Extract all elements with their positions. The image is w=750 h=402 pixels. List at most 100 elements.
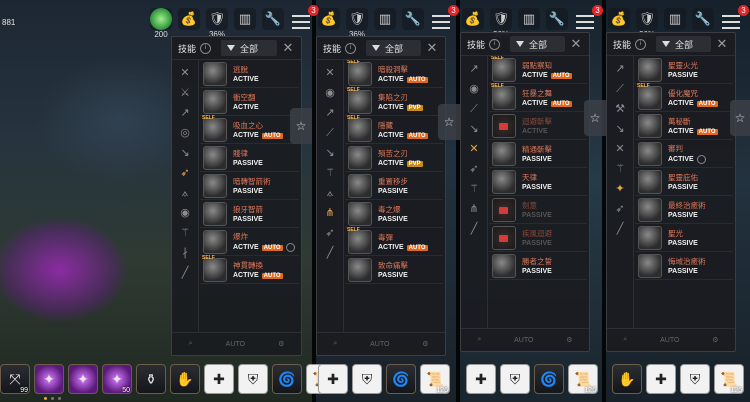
skill-row[interactable]: 狼牙智箭 PASSIVE (200, 200, 299, 228)
vortex-icon[interactable]: 🌀 (272, 364, 302, 394)
sword-icon[interactable]: ↗ (613, 62, 627, 76)
skill-row[interactable]: 毒彈 ACTIVEAUTO (345, 227, 443, 256)
skill-row[interactable]: 迴避斬擊 ACTIVE (489, 112, 587, 140)
bow-icon[interactable]: ➶ (467, 162, 481, 176)
mace-icon[interactable]: ✦ (613, 182, 627, 196)
gear-icon[interactable]: ⚙ (278, 340, 284, 348)
scroll-slot-icon[interactable]: 📜126 (420, 364, 450, 394)
lock-icon[interactable] (285, 243, 295, 252)
dagger-icon[interactable]: ⟋ (613, 82, 627, 96)
wand-icon[interactable]: ∤ (178, 246, 192, 260)
purple-skill-slot[interactable]: ✦ (34, 364, 64, 394)
skill-row[interactable]: 殞苦之刃 ACTIVE PVP (345, 144, 443, 172)
skill-row[interactable]: 狂暴之舞 ACTIVEAUTO (489, 83, 587, 112)
search-icon[interactable]: ⌕ (623, 336, 627, 344)
crossed-swords-icon[interactable]: ✕ (467, 142, 481, 156)
axe-icon[interactable]: ⚒ (613, 102, 627, 116)
info-icon[interactable]: i (489, 38, 501, 50)
heal-plus-icon[interactable]: ✚ (646, 364, 676, 394)
skill-filter-dropdown[interactable]: 全部 (221, 40, 277, 56)
money-bag-icon[interactable]: 💰 (462, 8, 484, 30)
shield-slot-icon[interactable]: ⛨ (500, 364, 530, 394)
skill-row[interactable]: 天律 PASSIVE (489, 168, 587, 196)
skill-row[interactable]: 萬秘斷 ACTIVE AUTO (635, 112, 733, 140)
skill-row[interactable]: 重置移步 PASSIVE (345, 172, 443, 200)
heal-plus-icon[interactable]: ✚ (466, 364, 496, 394)
spear-icon[interactable]: ╱ (613, 222, 627, 236)
staff-icon[interactable]: ⚚ (178, 226, 192, 240)
skill-filter-dropdown[interactable]: 全部 (366, 40, 421, 56)
orb-icon[interactable]: ◉ (178, 206, 192, 220)
money-bag-icon[interactable]: 💰 (318, 8, 340, 30)
bow-icon[interactable]: ➶ (323, 226, 337, 240)
search-icon[interactable]: ⌕ (333, 340, 337, 348)
dagger-icon[interactable]: ⟋ (323, 126, 337, 140)
star-tab-icon[interactable]: ☆ (730, 100, 750, 136)
menu-icon[interactable]: 3 (720, 5, 749, 30)
ring-icon[interactable]: ◎ (178, 126, 192, 140)
green-orb-icon[interactable]: 200 (150, 8, 172, 39)
skill-row[interactable]: 優化魔咒 ACTIVEAUTO (635, 83, 733, 112)
dagger-icon[interactable]: ↘ (178, 146, 192, 160)
spear-icon[interactable]: ╱ (323, 246, 337, 260)
skill-row[interactable]: 暗轉智箭術 PASSIVE (200, 172, 299, 200)
skill-row[interactable]: 劍意 PASSIVE (489, 196, 587, 224)
crossed-swords-icon[interactable]: ✕ (178, 66, 192, 80)
claw-icon[interactable]: ⋔ (467, 202, 481, 216)
staff-icon[interactable]: ⚚ (323, 166, 337, 180)
info-icon[interactable]: i (635, 38, 647, 50)
skill-row[interactable]: 吸血之心 ACTIVEAUTO (200, 115, 299, 144)
skill-row[interactable]: 審判 ACTIVE (635, 140, 733, 168)
scroll-icon[interactable]: ▥ (664, 8, 686, 30)
skill-row[interactable]: 聖光 PASSIVE (635, 224, 733, 252)
menu-icon[interactable]: 3 (574, 5, 603, 30)
heal-plus-icon[interactable]: ✚ (318, 364, 348, 394)
orb-icon[interactable]: ◉ (467, 82, 481, 96)
shield-icon[interactable]: 🛡36% (206, 8, 228, 39)
sword-icon[interactable]: ↘ (613, 122, 627, 136)
wrench-icon[interactable]: 🔧 (262, 8, 284, 30)
sword-icon[interactable]: ↗ (178, 106, 192, 120)
sword-icon[interactable]: ↘ (323, 146, 337, 160)
scroll-slot-icon[interactable]: 📜126 (714, 364, 744, 394)
skill-row[interactable]: 爆炸 ACTIVE AUTO (200, 228, 299, 256)
sword-icon[interactable]: ↗ (323, 106, 337, 120)
shield-icon[interactable]: 🛡36% (636, 8, 658, 39)
wrench-icon[interactable]: 🔧 (402, 8, 424, 30)
skill-row[interactable]: 暗殺洞擊 ACTIVEAUTO (345, 60, 443, 88)
auto-toggle[interactable]: AUTO (226, 341, 245, 348)
close-icon[interactable]: ✕ (715, 37, 729, 51)
money-bag-icon[interactable]: 💰 (178, 8, 200, 30)
purple-skill-slot[interactable]: ✦ 50 (102, 364, 132, 394)
lock-icon[interactable] (696, 155, 706, 164)
skill-row[interactable]: 弱點察知 ACTIVEAUTO (489, 56, 587, 84)
skill-filter-dropdown[interactable]: 全部 (656, 36, 711, 52)
skill-row[interactable]: 神貫轉換 ACTIVEAUTO (200, 255, 299, 284)
skill-row[interactable]: 聖靈庇佑 PASSIVE (635, 168, 733, 196)
claw-icon[interactable]: ⋔ (323, 206, 337, 220)
skill-row[interactable]: 悔域治癒術 PASSIVE (635, 252, 733, 280)
close-icon[interactable]: ✕ (281, 41, 295, 55)
gear-icon[interactable]: ⚙ (712, 336, 718, 344)
bow-icon[interactable]: ➶ (613, 202, 627, 216)
star-tab-icon[interactable]: ☆ (584, 100, 606, 136)
shield-icon[interactable]: 🛡36% (490, 8, 512, 39)
crossed-swords-icon[interactable]: ✕ (613, 142, 627, 156)
skill-row[interactable]: 疾風迴避 PASSIVE (489, 224, 587, 252)
dagger-icon[interactable]: ⟋ (467, 102, 481, 116)
crossbow-icon[interactable]: ⟑ (178, 186, 192, 200)
gear-icon[interactable]: ⚙ (566, 336, 572, 344)
skill-row[interactable]: 致命痛擊 PASSIVE (345, 256, 443, 284)
search-icon[interactable]: ⌕ (189, 340, 193, 348)
skill-filter-dropdown[interactable]: 全部 (510, 36, 565, 52)
hand-icon[interactable]: ✋ (170, 364, 200, 394)
crossed-swords-icon[interactable]: ✕ (323, 66, 337, 80)
close-icon[interactable]: ✕ (569, 37, 583, 51)
scroll-slot-icon[interactable]: 📜126 (568, 364, 598, 394)
staff-icon[interactable]: ⚚ (613, 162, 627, 176)
scroll-icon[interactable]: ▥ (234, 8, 256, 30)
spear-icon[interactable]: ╱ (467, 222, 481, 236)
bow-icon[interactable]: ➶ (178, 166, 192, 180)
skill-row[interactable]: 隱藏 ACTIVEAUTO (345, 115, 443, 144)
wrench-icon[interactable]: 🔧 (692, 8, 714, 30)
